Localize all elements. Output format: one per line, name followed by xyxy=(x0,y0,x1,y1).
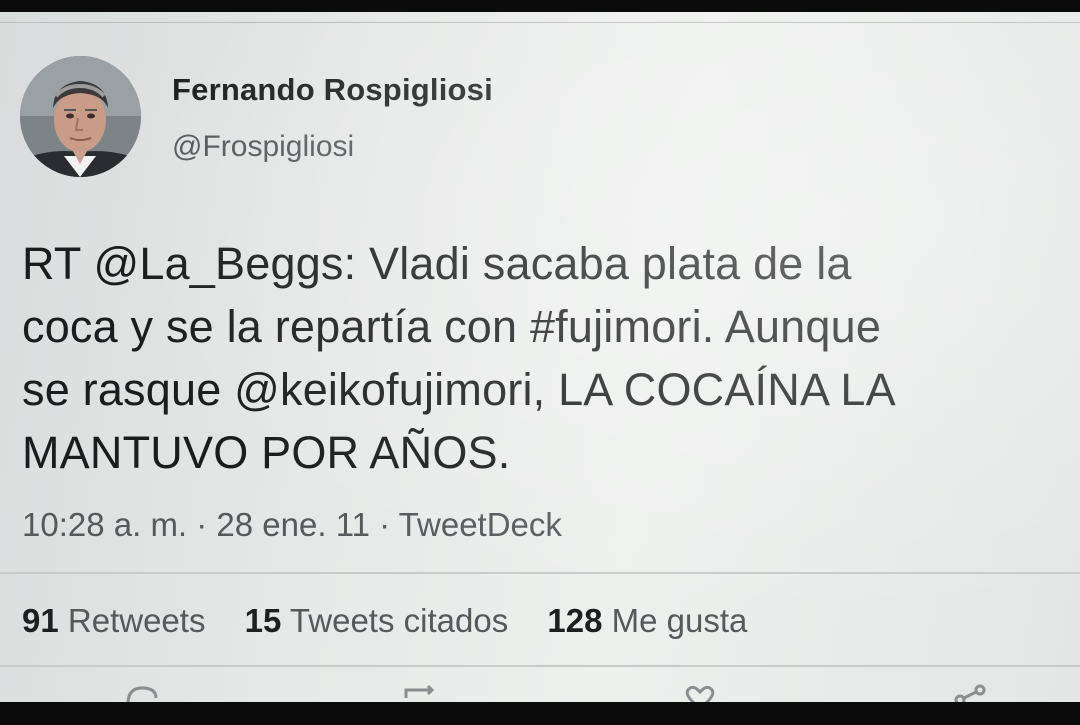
reply-icon[interactable] xyxy=(122,684,162,702)
tweet-screen: Fernando Rospigliosi @Frospigliosi RT @L… xyxy=(0,12,1080,702)
likes-stat[interactable]: 128 Me gusta xyxy=(547,602,747,639)
quotes-count: 15 xyxy=(244,602,282,639)
quotes-label: Tweets citados xyxy=(289,602,509,639)
retweets-label: Retweets xyxy=(67,602,206,639)
heart-icon[interactable] xyxy=(680,684,720,702)
quotes-stat[interactable]: 15 Tweets citados xyxy=(245,602,518,639)
photo-frame: Fernando Rospigliosi @Frospigliosi RT @L… xyxy=(0,0,1080,725)
tweet-text-line: se rasque @keikofujimori, LA COCAÍNA LA xyxy=(22,364,896,415)
tweet-text-line: coca y se la repartía con #fujimori. Aun… xyxy=(22,301,882,352)
top-divider xyxy=(0,22,1080,23)
retweets-count: 91 xyxy=(22,602,59,639)
retweets-stat[interactable]: 91 Retweets xyxy=(22,602,215,639)
likes-label: Me gusta xyxy=(611,602,748,639)
retweet-icon[interactable] xyxy=(402,684,442,702)
avatar-portrait-icon xyxy=(20,56,141,177)
tweet-text: RT @La_Beggs: Vladi sacaba plata de la c… xyxy=(22,232,1062,484)
stats-divider xyxy=(0,665,1080,667)
tweet-text-line: RT @La_Beggs: Vladi sacaba plata de la xyxy=(22,238,852,289)
share-icon[interactable] xyxy=(950,684,990,702)
meta-divider xyxy=(0,572,1080,574)
tweet-timestamp-source[interactable]: 10:28 a. m. · 28 ene. 11 · TweetDeck xyxy=(22,506,562,544)
engagement-stats: 91 Retweets 15 Tweets citados 128 Me gus… xyxy=(22,602,777,640)
author-handle[interactable]: @Frospigliosi xyxy=(172,130,354,164)
avatar[interactable] xyxy=(20,56,141,177)
tweet-text-line: MANTUVO POR AÑOS. xyxy=(22,427,511,478)
author-name[interactable]: Fernando Rospigliosi xyxy=(172,72,493,108)
likes-count: 128 xyxy=(547,602,603,639)
